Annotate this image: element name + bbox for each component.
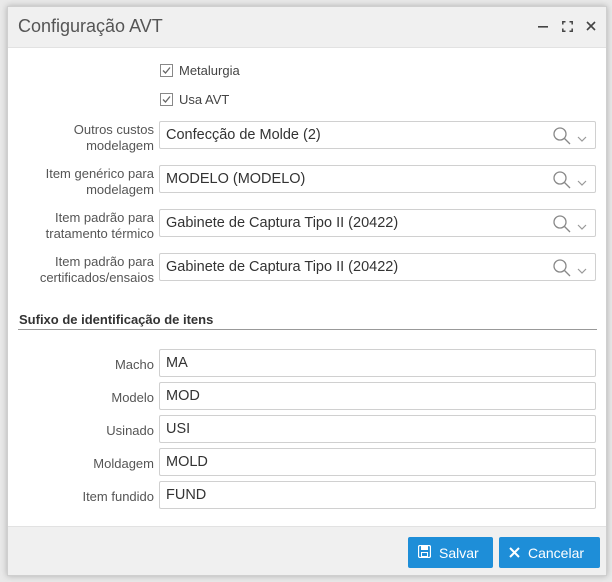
- chevron-down-icon[interactable]: [577, 218, 587, 236]
- window-controls: [536, 18, 598, 34]
- field-label: Moldagem: [93, 456, 154, 471]
- lookup-value: Confecção de Molde (2): [166, 127, 321, 143]
- text-input-modelo[interactable]: MOD: [159, 382, 596, 410]
- checkbox-metalurgia[interactable]: Metalurgia: [160, 63, 240, 78]
- save-button-label: Salvar: [439, 544, 479, 561]
- search-icon[interactable]: [553, 215, 571, 238]
- checkbox-label: Metalurgia: [179, 63, 240, 78]
- lookup-field-item-generico[interactable]: MODELO (MODELO): [159, 165, 596, 193]
- field-label: Item padrão para certificados/ensaios: [39, 254, 154, 285]
- checkbox-checked-icon[interactable]: [160, 93, 173, 106]
- section-divider: [18, 329, 597, 330]
- chevron-down-icon[interactable]: [577, 174, 587, 192]
- chevron-down-icon[interactable]: [577, 130, 587, 148]
- dialog-title: Configuração AVT: [18, 16, 163, 36]
- section-title: Sufixo de identificação de itens: [19, 312, 214, 327]
- checkbox-usa-avt[interactable]: Usa AVT: [160, 92, 229, 107]
- lookup-value: Gabinete de Captura Tipo II (20422): [166, 259, 399, 275]
- input-value: USI: [166, 421, 191, 437]
- text-input-moldagem[interactable]: MOLD: [159, 448, 596, 476]
- lookup-field-outros-custos[interactable]: Confecção de Molde (2): [159, 121, 596, 149]
- save-button[interactable]: Salvar: [408, 537, 493, 568]
- field-label: Item padrão para tratamento térmico: [45, 210, 154, 241]
- close-icon: [509, 545, 520, 561]
- lookup-value: Gabinete de Captura Tipo II (20422): [166, 215, 399, 231]
- maximize-icon[interactable]: [560, 18, 574, 34]
- config-avt-dialog: Configuração AVT Metalurgia Usa AVT Outr…: [7, 6, 607, 576]
- checkbox-label: Usa AVT: [179, 92, 230, 107]
- cancel-button[interactable]: Cancelar: [499, 537, 600, 568]
- search-icon[interactable]: [553, 259, 571, 282]
- field-label: Outros custos modelagem: [73, 122, 154, 153]
- dialog-titlebar: Configuração AVT: [8, 7, 606, 48]
- lookup-field-tratamento-termico[interactable]: Gabinete de Captura Tipo II (20422): [159, 209, 596, 237]
- text-input-item-fundido[interactable]: FUND: [159, 481, 596, 509]
- cancel-button-label: Cancelar: [528, 544, 585, 561]
- checkbox-checked-icon[interactable]: [160, 64, 173, 77]
- dialog-footer: Salvar Cancelar: [8, 526, 606, 575]
- input-value: MOD: [166, 388, 200, 404]
- minimize-icon[interactable]: [536, 18, 550, 34]
- chevron-down-icon[interactable]: [577, 262, 587, 280]
- input-value: MA: [166, 355, 188, 371]
- input-value: MOLD: [166, 454, 208, 470]
- lookup-value: MODELO (MODELO): [166, 171, 306, 187]
- input-value: FUND: [166, 487, 207, 503]
- text-input-usinado[interactable]: USI: [159, 415, 596, 443]
- search-icon[interactable]: [553, 127, 571, 150]
- text-input-macho[interactable]: MA: [159, 349, 596, 377]
- save-icon: [417, 544, 432, 561]
- field-label: Modelo: [111, 390, 154, 405]
- field-label: Item genérico para modelagem: [45, 166, 154, 197]
- field-label: Item fundido: [82, 489, 154, 504]
- field-label: Usinado: [106, 423, 154, 438]
- search-icon[interactable]: [553, 171, 571, 194]
- field-label: Macho: [114, 357, 154, 372]
- lookup-field-certificados[interactable]: Gabinete de Captura Tipo II (20422): [159, 253, 596, 281]
- close-icon[interactable]: [584, 18, 598, 34]
